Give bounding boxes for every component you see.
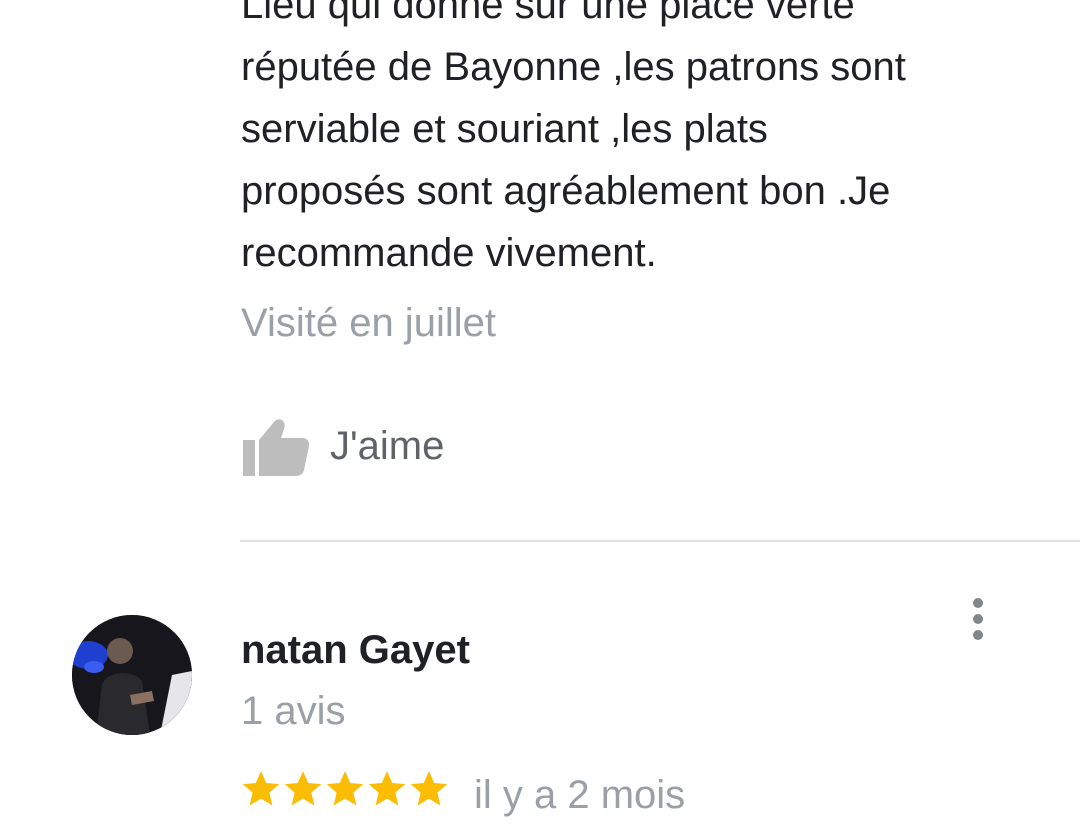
review-text: Lieu qui donne sur une place verte réput… xyxy=(241,0,906,275)
visit-info: Visité en juillet xyxy=(241,301,496,345)
star-rating xyxy=(240,768,450,810)
star-icon xyxy=(326,771,364,806)
like-label: J'aime xyxy=(330,423,445,468)
more-options-button[interactable] xyxy=(958,594,998,644)
star-icon xyxy=(410,771,448,806)
review-divider xyxy=(240,540,1080,542)
review-count: 1 avis xyxy=(241,689,346,733)
avatar[interactable] xyxy=(72,615,192,735)
star-icon xyxy=(284,771,322,806)
avatar-photo xyxy=(72,615,192,735)
star-icon xyxy=(368,771,406,806)
star-icon xyxy=(242,771,280,806)
rating-row: il y a 2 mois xyxy=(240,768,685,828)
like-button[interactable]: J'aime xyxy=(240,414,444,478)
thumb-up-icon xyxy=(243,419,310,476)
reviewer-name[interactable]: natan Gayet xyxy=(241,624,470,676)
review-date: il y a 2 mois xyxy=(474,773,686,817)
